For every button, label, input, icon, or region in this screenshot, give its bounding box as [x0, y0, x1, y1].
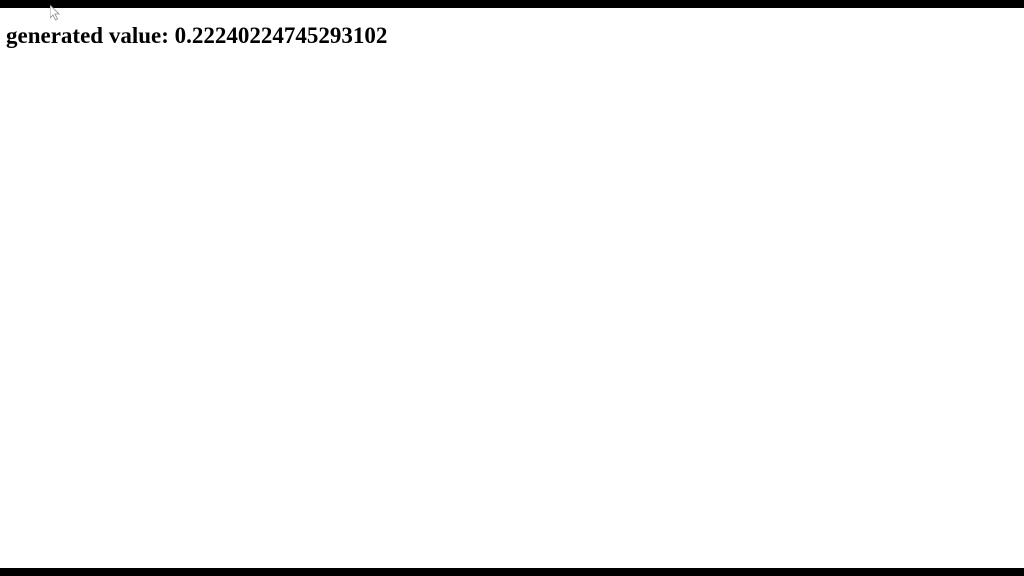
generated-value-label: generated value:: [6, 23, 175, 48]
page-content: generated value: 0.22240224745293102: [0, 8, 1024, 568]
generated-value-number: 0.22240224745293102: [175, 23, 388, 48]
generated-value-line: generated value: 0.22240224745293102: [6, 22, 1018, 50]
